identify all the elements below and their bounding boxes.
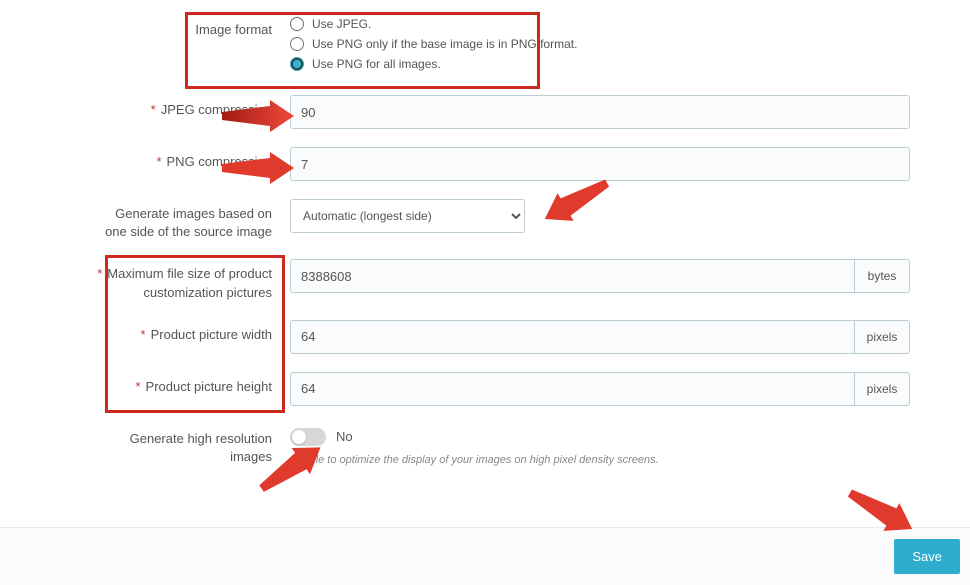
row-high-res: Generate high resolution images No Enabl… — [90, 424, 910, 466]
png-compression-input[interactable] — [290, 147, 910, 181]
radio-png-if-base-input[interactable] — [290, 37, 304, 51]
row-image-format: Image format Use JPEG. Use PNG only if t… — [90, 15, 910, 77]
high-res-value: No — [336, 429, 353, 444]
footer-bar: Save — [0, 527, 970, 585]
radio-png-all[interactable]: Use PNG for all images. — [290, 57, 910, 71]
radio-png-if-base[interactable]: Use PNG only if the base image is in PNG… — [290, 37, 910, 51]
radio-png-all-label: Use PNG for all images. — [312, 57, 441, 71]
label-image-format: Image format — [90, 15, 290, 39]
row-max-file-size: Maximum file size of product customizati… — [90, 259, 910, 301]
product-width-unit: pixels — [855, 320, 910, 354]
product-height-input[interactable] — [290, 372, 855, 406]
row-png-compression: PNG compression — [90, 147, 910, 181]
generate-based-select[interactable]: Automatic (longest side) — [290, 199, 525, 233]
label-product-height: Product picture height — [90, 372, 290, 396]
radio-use-jpeg[interactable]: Use JPEG. — [290, 17, 910, 31]
row-product-height: Product picture height pixels — [90, 372, 910, 406]
product-width-input[interactable] — [290, 320, 855, 354]
product-height-unit: pixels — [855, 372, 910, 406]
image-format-options: Use JPEG. Use PNG only if the base image… — [290, 15, 910, 77]
label-png-compression: PNG compression — [90, 147, 290, 171]
radio-use-jpeg-label: Use JPEG. — [312, 17, 371, 31]
radio-use-jpeg-input[interactable] — [290, 17, 304, 31]
label-max-file-size: Maximum file size of product customizati… — [90, 259, 290, 301]
jpeg-compression-input[interactable] — [290, 95, 910, 129]
label-high-res: Generate high resolution images — [90, 424, 290, 466]
label-product-width: Product picture width — [90, 320, 290, 344]
radio-png-all-input[interactable] — [290, 57, 304, 71]
row-product-width: Product picture width pixels — [90, 320, 910, 354]
row-jpeg-compression: JPEG compression — [90, 95, 910, 129]
high-res-helper: Enable to optimize the display of your i… — [290, 454, 910, 466]
label-generate-based: Generate images based on one side of the… — [90, 199, 290, 241]
row-generate-based: Generate images based on one side of the… — [90, 199, 910, 241]
max-file-size-input[interactable] — [290, 259, 855, 293]
save-button[interactable]: Save — [894, 539, 960, 574]
max-file-size-unit: bytes — [855, 259, 910, 293]
label-jpeg-compression: JPEG compression — [90, 95, 290, 119]
image-settings-form: Image format Use JPEG. Use PNG only if t… — [0, 0, 970, 466]
radio-png-if-base-label: Use PNG only if the base image is in PNG… — [312, 37, 577, 51]
high-res-toggle[interactable] — [290, 428, 326, 446]
